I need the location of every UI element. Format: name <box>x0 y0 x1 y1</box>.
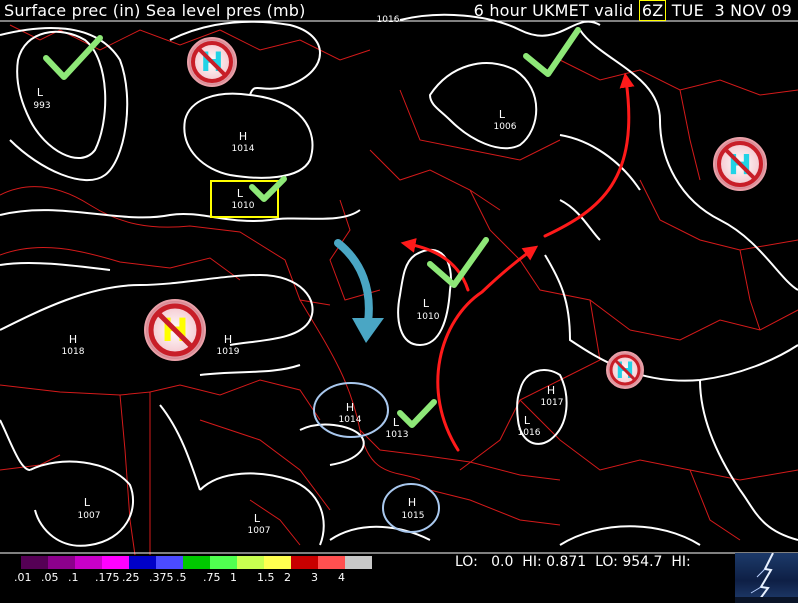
isobars <box>0 13 798 547</box>
pressure-label: H1014 <box>232 130 255 154</box>
legend-tick-label: .05 <box>41 571 59 584</box>
lightning-thumbnail[interactable] <box>735 553 798 603</box>
no-high-symbol: H <box>713 137 767 191</box>
svg-text:1015: 1015 <box>402 511 425 521</box>
legend-swatch <box>48 556 75 569</box>
legend-swatch <box>318 556 345 569</box>
legend-tick-label: 3 <box>311 571 318 584</box>
check-mark-icon <box>427 237 489 288</box>
svg-text:L: L <box>423 297 430 310</box>
svg-text:1017: 1017 <box>541 398 564 408</box>
svg-text:1016: 1016 <box>518 428 541 438</box>
legend-swatch <box>183 556 210 569</box>
weather-map: L993 H1014 L1010 L1006 L1010 H1018 H1019… <box>0 13 798 556</box>
lightning-icon <box>735 553 798 603</box>
model-label: 6 hour UKMET valid <box>473 1 639 20</box>
svg-text:H: H <box>346 401 354 414</box>
svg-text:1006: 1006 <box>494 122 517 132</box>
svg-text:L: L <box>237 187 244 200</box>
legend-swatch <box>75 556 102 569</box>
pressure-label: L 1007 <box>78 496 101 521</box>
precip-legend: .01 .05 .1 .175.25 .375.5 .75 1 1.5 2 3 4 LO: 0.0 … <box>0 553 798 603</box>
svg-text:H: H <box>408 496 416 509</box>
svg-text:1007: 1007 <box>248 526 271 536</box>
pressure-label: L1010 <box>232 187 255 211</box>
svg-text:993: 993 <box>33 101 50 111</box>
svg-text:1007: 1007 <box>78 511 101 521</box>
svg-text:1010: 1010 <box>232 201 255 211</box>
no-high-symbol: H <box>144 299 206 361</box>
teal-arrow <box>334 239 384 343</box>
legend-tick-label: .175 <box>95 571 120 584</box>
legend-swatch <box>264 556 291 569</box>
legend-tick-label: .1 <box>68 571 79 584</box>
pressure-label: L 993 <box>33 86 50 111</box>
legend-swatch <box>210 556 237 569</box>
svg-text:L: L <box>84 496 91 509</box>
valid-time-header: 6 hour UKMET valid 6Z TUE 3 NOV 09 <box>473 0 792 21</box>
legend-swatch <box>345 556 372 569</box>
legend-tick-label: .25 <box>122 571 140 584</box>
svg-text:1018: 1018 <box>62 347 85 357</box>
highlight-ellipses <box>313 382 440 533</box>
range-stats: LO: 0.0 HI: 0.871 LO: 954.7 HI: <box>455 554 691 570</box>
check-mark-icon <box>397 399 437 428</box>
svg-text:1014: 1014 <box>339 415 362 425</box>
legend-tick-label: 4 <box>338 571 345 584</box>
legend-tick-label: .75 <box>203 571 221 584</box>
pressure-label: H 1015 <box>402 496 425 521</box>
legend-swatch <box>156 556 183 569</box>
svg-text:H: H <box>224 333 232 346</box>
svg-text:H: H <box>239 130 247 143</box>
no-high-symbol: H <box>187 37 237 87</box>
legend-tick-label: .375 <box>149 571 174 584</box>
pressure-label: H1018 <box>62 333 85 357</box>
svg-text:L: L <box>37 86 44 99</box>
svg-text:1014: 1014 <box>232 144 255 154</box>
valid-date: TUE 3 NOV 09 <box>666 1 792 20</box>
pressure-labels: L993 H1014 L1010 L1006 L1010 H1018 H1019… <box>33 15 563 536</box>
map-title: Surface prec (in) Sea level pres (mb) <box>4 1 306 20</box>
legend-swatches <box>21 556 372 569</box>
legend-tick-label: 1 <box>230 571 237 584</box>
svg-text:L: L <box>499 108 506 121</box>
svg-text:1010: 1010 <box>417 312 440 322</box>
svg-text:H: H <box>547 384 555 397</box>
legend-tick-label: 1.5 <box>257 571 275 584</box>
pressure-label: L1006 <box>494 108 517 132</box>
valid-time-box: 6Z <box>638 0 667 21</box>
pressure-label: H1014 <box>339 401 362 425</box>
legend-tick-label: 2 <box>284 571 291 584</box>
legend-ticks: .01 .05 .1 .175.25 .375.5 .75 1 1.5 2 3 4 <box>14 571 414 587</box>
check-mark-icon <box>43 35 103 80</box>
legend-swatch <box>102 556 129 569</box>
pressure-label: 1016 <box>377 15 400 25</box>
svg-text:H: H <box>69 333 77 346</box>
flow-arrow <box>543 72 635 238</box>
pressure-label: L1007 <box>248 512 271 536</box>
svg-text:1016: 1016 <box>377 15 400 25</box>
svg-text:1019: 1019 <box>217 347 240 357</box>
legend-tick-label: .5 <box>176 571 187 584</box>
legend-swatch <box>129 556 156 569</box>
legend-swatch <box>21 556 48 569</box>
pressure-label: L 1010 <box>417 297 440 322</box>
svg-text:L: L <box>393 416 400 429</box>
svg-text:L: L <box>254 512 261 525</box>
check-mark-icon <box>523 27 581 77</box>
legend-swatch <box>237 556 264 569</box>
svg-text:1013: 1013 <box>386 430 409 440</box>
legend-tick-label: .01 <box>14 571 32 584</box>
no-high-symbol: H <box>606 351 644 389</box>
svg-text:L: L <box>524 414 531 427</box>
legend-swatch <box>291 556 318 569</box>
